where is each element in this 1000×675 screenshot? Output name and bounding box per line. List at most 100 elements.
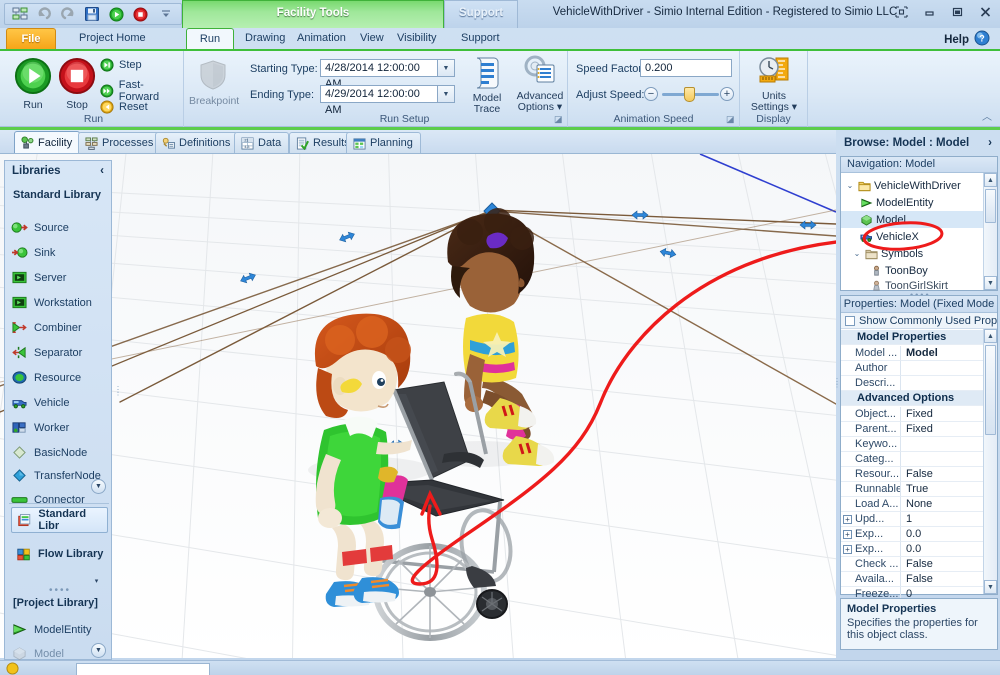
ending-type-dropdown-icon[interactable]: ▼ (438, 85, 455, 103)
property-value[interactable]: Fixed (901, 422, 984, 437)
breakpoint-button[interactable]: Breakpoint (189, 59, 239, 107)
starting-type-input[interactable]: 4/28/2014 12:00:00 AM (320, 59, 438, 90)
tab-file[interactable]: File (6, 28, 56, 50)
canvas-scene[interactable] (0, 154, 836, 658)
advanced-options-button[interactable]: Advanced Options ▾ (514, 55, 566, 113)
run-icon[interactable] (107, 5, 125, 23)
property-value[interactable]: 1 (901, 512, 984, 527)
tab-facility[interactable]: Facility (14, 131, 81, 153)
tab-drawing[interactable]: Drawing (236, 28, 294, 50)
property-value[interactable]: 0.0 (901, 527, 984, 542)
close-icon[interactable] (976, 4, 994, 20)
property-value[interactable]: Fixed (901, 407, 984, 422)
library-splitter-grip[interactable]: ⋮ ⋮ (114, 386, 122, 418)
tab-support[interactable]: Support (452, 28, 509, 50)
property-row-object-type[interactable]: Object... Fixed (841, 407, 984, 422)
flow-library-group-button[interactable]: Flow Library (11, 541, 108, 567)
show-commonly-used-properties-checkbox[interactable]: Show Commonly Used Proper (841, 313, 997, 329)
properties-scroll-thumb[interactable] (985, 345, 996, 435)
chevron-down-icon[interactable]: ⌄ (852, 249, 862, 258)
collapse-ribbon-icon[interactable]: ︿ (982, 108, 992, 123)
run-setup-dialog-launcher-icon[interactable]: ◪ (554, 115, 563, 124)
property-value[interactable]: False (901, 557, 984, 572)
property-row-description[interactable]: Descri... (841, 376, 984, 391)
tree-item-model[interactable]: Model (841, 211, 984, 228)
nav-scroll-thumb[interactable] (985, 189, 996, 223)
property-row-check[interactable]: Check ... False (841, 557, 984, 572)
checkbox-box[interactable] (845, 315, 855, 326)
library-item-basicnode[interactable]: BasicNode (11, 440, 111, 465)
property-category-advanced-options[interactable]: − Advanced Options (841, 391, 984, 407)
property-row-author[interactable]: Author (841, 361, 984, 376)
standard-library-group-button[interactable]: Standard Libr (11, 507, 108, 533)
tab-view[interactable]: View (351, 28, 393, 50)
stop-button[interactable]: Stop (56, 57, 98, 111)
library-item-separator[interactable]: Separator (11, 340, 111, 365)
property-value[interactable] (901, 376, 984, 391)
property-category-model-properties[interactable]: − Model Properties (841, 330, 984, 346)
units-settings-button[interactable]: Units Settings ▾ (746, 55, 802, 113)
nav-scroll-up-icon[interactable]: ▲ (984, 173, 997, 187)
property-row-expression-1[interactable]: + Exp... 0.0 (841, 527, 984, 542)
redo-icon[interactable] (59, 5, 77, 23)
library-item-vehicle[interactable]: Vehicle (11, 390, 111, 415)
save-icon[interactable] (83, 5, 101, 23)
property-value[interactable]: True (901, 482, 984, 497)
run-button[interactable]: Run (12, 57, 54, 111)
tab-planning[interactable]: Planning (346, 132, 421, 153)
property-row-available[interactable]: Availa... False (841, 572, 984, 587)
property-row-runnable[interactable]: Runnable True (841, 482, 984, 497)
help-button[interactable]: Help ? (944, 30, 990, 49)
maximize-icon[interactable] (948, 4, 966, 20)
properties-scrollbar[interactable]: ▲ ▼ (983, 329, 997, 594)
step-button[interactable]: Step (100, 58, 142, 72)
chevron-down-icon[interactable]: ⌄ (845, 181, 855, 190)
library-item-sink[interactable]: Sink (11, 240, 111, 265)
project-library-item-modelentity[interactable]: ModelEntity (11, 617, 111, 642)
decrease-speed-button[interactable]: − (644, 87, 658, 101)
properties-scroll-down-icon[interactable]: ▼ (984, 580, 997, 594)
property-row-model-name[interactable]: Model ... Model (841, 346, 984, 361)
project-library-scroll-icon[interactable]: ▼ (91, 643, 106, 658)
tab-visibility[interactable]: Visibility (388, 28, 446, 50)
speed-factor-input[interactable]: 0.200 (640, 59, 732, 77)
nav-scroll-down-icon[interactable]: ▼ (984, 276, 997, 290)
tree-item-vehiclex[interactable]: VehicleX (841, 228, 984, 245)
property-value[interactable]: False (901, 467, 984, 482)
chevron-left-icon[interactable]: ‹ (100, 165, 104, 177)
animation-speed-dialog-launcher-icon[interactable]: ◪ (726, 115, 735, 124)
facility-3d-canvas[interactable] (0, 153, 836, 658)
speed-slider-thumb[interactable] (684, 87, 695, 102)
properties-scroll-up-icon[interactable]: ▲ (984, 329, 997, 343)
chevron-right-icon[interactable]: › (988, 137, 992, 149)
tab-data[interactable]: 21 4.3 Data (234, 132, 290, 153)
library-item-worker[interactable]: Worker (11, 415, 111, 440)
customize-qat-icon[interactable] (157, 5, 175, 23)
library-more-icon[interactable]: ▾ (89, 573, 104, 588)
tab-run[interactable]: Run (186, 28, 234, 50)
library-item-workstation[interactable]: Workstation (11, 290, 111, 315)
property-row-categories[interactable]: Categ... (841, 452, 984, 467)
new-model-icon[interactable] (11, 5, 29, 23)
property-value[interactable]: Model (901, 346, 984, 361)
library-item-resource[interactable]: Resource (11, 365, 111, 390)
navigation-scrollbar[interactable]: ▲ ▼ (983, 173, 997, 290)
tab-animation[interactable]: Animation (288, 28, 355, 50)
property-row-keywords[interactable]: Keywo... (841, 437, 984, 452)
model-trace-button[interactable]: Model Trace (464, 55, 510, 115)
property-value[interactable] (901, 452, 984, 467)
starting-type-dropdown-icon[interactable]: ▼ (438, 59, 455, 77)
library-item-combiner[interactable]: Combiner (11, 315, 111, 340)
tree-item-modelentity[interactable]: ModelEntity (841, 194, 984, 211)
undo-icon[interactable] (35, 5, 53, 23)
tab-processes[interactable]: Processes (78, 132, 162, 153)
library-resize-grip[interactable]: •••• (49, 585, 71, 596)
property-value[interactable] (901, 437, 984, 452)
property-value[interactable]: 0.0 (901, 542, 984, 557)
property-value[interactable]: False (901, 572, 984, 587)
property-value[interactable] (901, 361, 984, 376)
tree-item-symbols[interactable]: ⌄ Symbols (841, 245, 984, 262)
property-row-parent-class[interactable]: Parent... Fixed (841, 422, 984, 437)
increase-speed-button[interactable]: + (720, 87, 734, 101)
stop-icon[interactable] (131, 5, 149, 23)
